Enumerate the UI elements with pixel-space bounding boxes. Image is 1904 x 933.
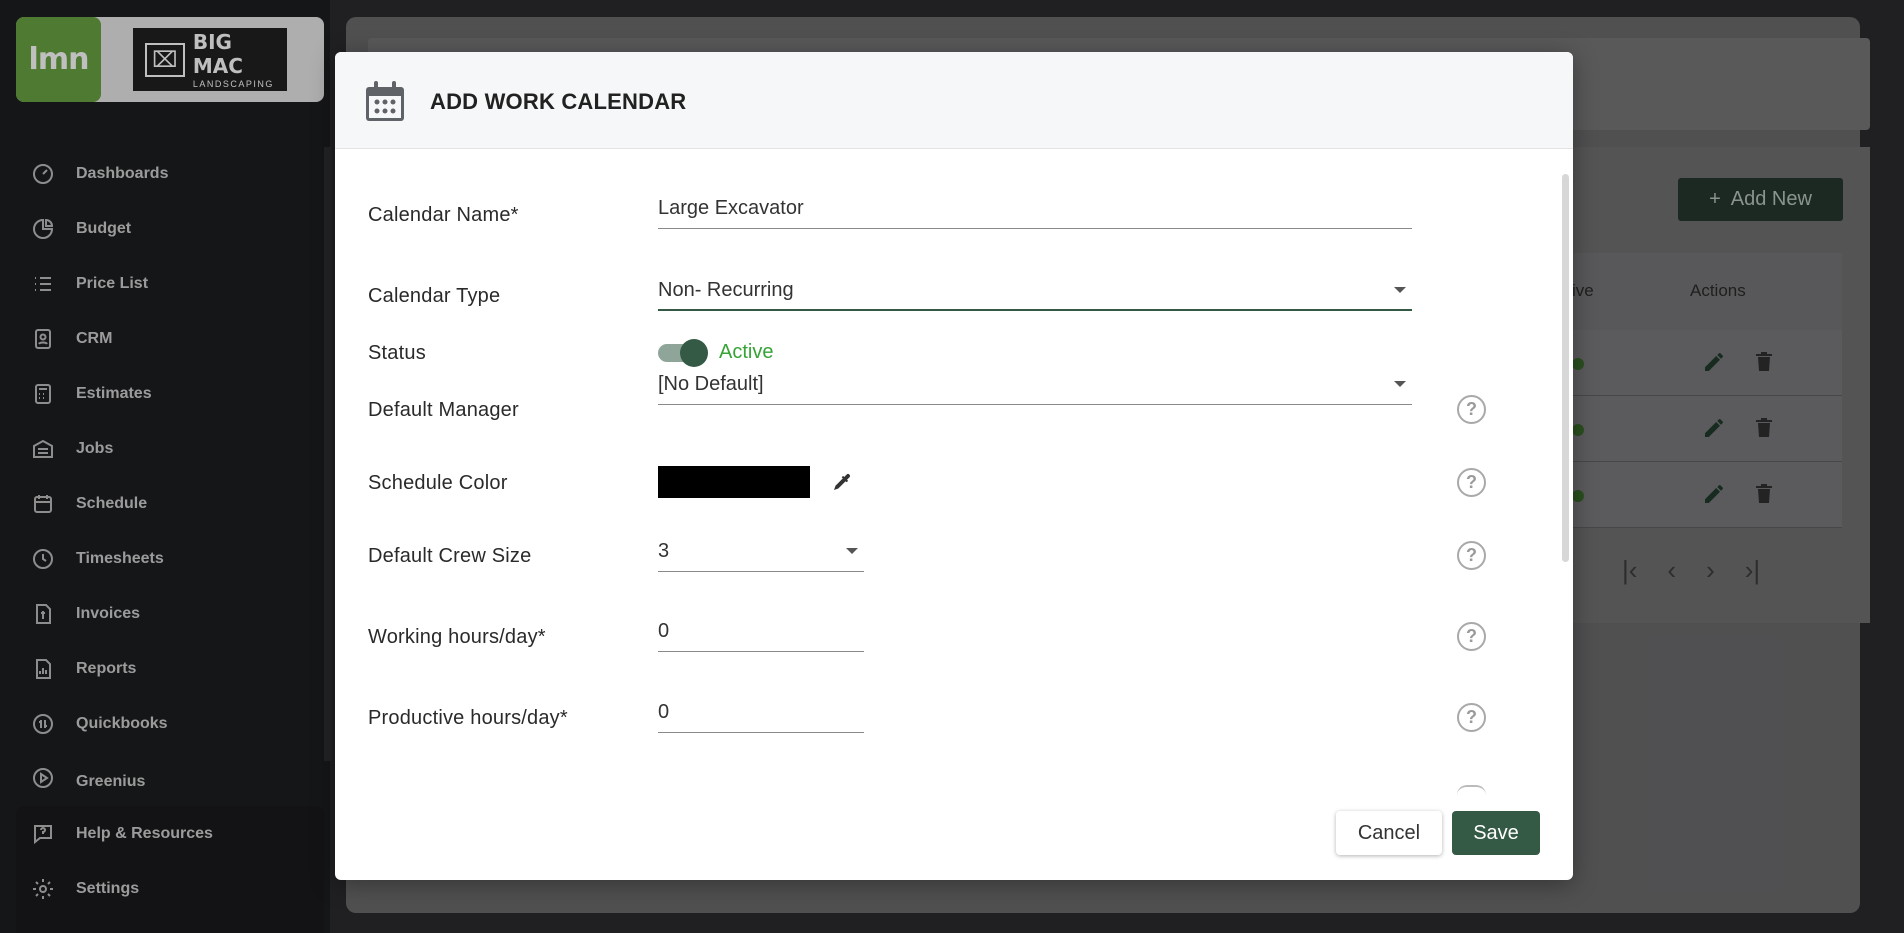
default-manager-value: [No Default] (658, 373, 764, 395)
calendar-name-label: Calendar Name* (368, 204, 519, 226)
calendar-type-value: Non- Recurring (658, 278, 794, 301)
chevron-down-icon (1394, 287, 1406, 293)
chevron-down-icon (1394, 381, 1406, 387)
status-toggle[interactable] (658, 339, 708, 367)
default-manager-label: Default Manager (368, 399, 519, 421)
status-value: Active (719, 341, 774, 363)
dialog-title: ADD WORK CALENDAR (430, 89, 687, 114)
calendar-name-input[interactable] (658, 189, 1412, 229)
cancel-button[interactable]: Cancel (1336, 811, 1442, 855)
help-icon[interactable]: ? (1457, 703, 1486, 732)
default-crew-size-value: 3 (658, 540, 670, 562)
help-icon[interactable]: ? (1457, 541, 1486, 570)
save-button[interactable]: Save (1452, 811, 1540, 855)
working-hours-input[interactable] (658, 612, 864, 652)
working-hours-label: Working hours/day* (368, 626, 546, 648)
calendar-type-select[interactable]: Non- Recurring (658, 271, 1412, 311)
dialog-header: ADD WORK CALENDAR (335, 52, 1573, 149)
help-icon (1457, 785, 1486, 795)
status-label: Status (368, 342, 426, 364)
dialog-scrollbar[interactable] (1562, 174, 1569, 562)
add-work-calendar-dialog: ADD WORK CALENDAR Calendar Name* Calenda… (335, 52, 1573, 880)
calendar-icon (366, 81, 404, 121)
default-crew-size-label: Default Crew Size (368, 545, 532, 567)
help-icon[interactable]: ? (1457, 395, 1486, 424)
productive-hours-input[interactable] (658, 693, 864, 733)
help-icon[interactable]: ? (1457, 622, 1486, 651)
default-crew-size-select[interactable]: 3 (658, 532, 864, 572)
default-manager-select[interactable]: [No Default] (658, 365, 1412, 405)
schedule-color-label: Schedule Color (368, 472, 508, 494)
calendar-type-label: Calendar Type (368, 285, 501, 307)
schedule-color-swatch[interactable] (658, 466, 810, 498)
toggle-thumb (680, 339, 708, 367)
eyedropper-icon[interactable] (830, 470, 854, 494)
productive-hours-label: Productive hours/day* (368, 707, 568, 729)
help-icon[interactable]: ? (1457, 468, 1486, 497)
chevron-down-icon (846, 548, 858, 554)
